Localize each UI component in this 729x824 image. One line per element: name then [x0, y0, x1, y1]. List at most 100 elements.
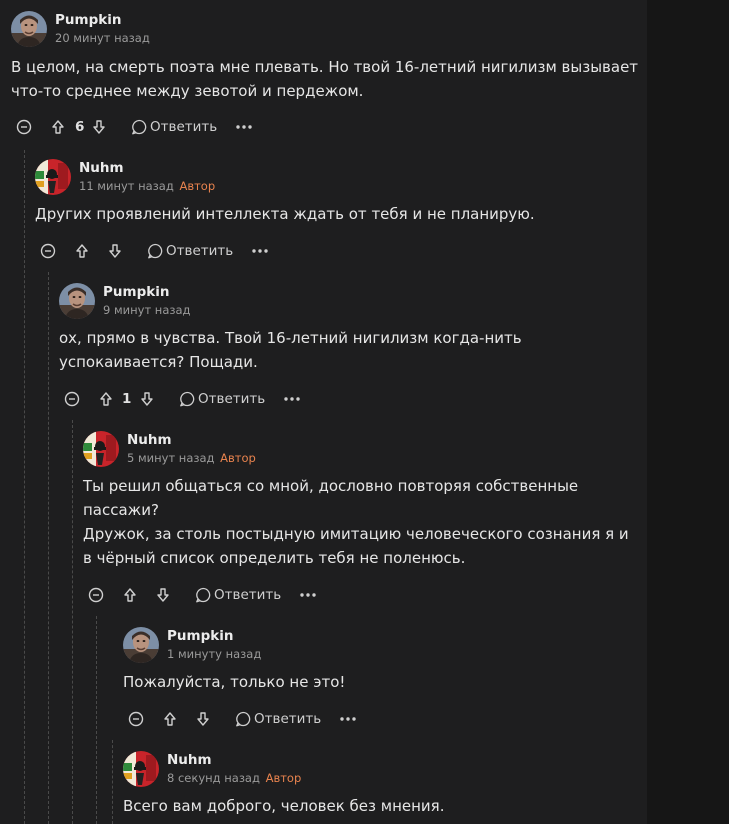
comment-actions: 6 Ответить	[15, 116, 275, 138]
avatar[interactable]	[123, 751, 159, 787]
arrow-down-icon	[109, 244, 121, 258]
author-badge: Автор	[220, 451, 256, 465]
downvote-button[interactable]	[155, 584, 171, 606]
comment-text-line: Дружок, за столь постыдную имитацию чело…	[83, 525, 629, 543]
more-button[interactable]	[251, 240, 269, 262]
minus-circle-icon	[64, 391, 80, 407]
speech-bubble-icon	[236, 711, 251, 727]
speech-bubble-icon	[132, 119, 147, 135]
speech-bubble-icon	[148, 243, 163, 259]
reply-button[interactable]: Ответить	[179, 388, 265, 410]
collapse-button[interactable]	[39, 240, 57, 262]
comment-text: ох, прямо в чувства. Твой 16-летний ниги…	[59, 326, 522, 374]
reply-label: Ответить	[254, 711, 322, 727]
comment-text-line: успокаивается? Пощади.	[59, 353, 258, 371]
minus-circle-icon	[16, 119, 32, 135]
author-name[interactable]: Pumpkin	[103, 284, 169, 300]
comment-text: Ты решил общаться со мной, дословно повт…	[83, 474, 629, 570]
thread-line[interactable]	[112, 740, 113, 824]
more-button[interactable]	[283, 388, 301, 410]
reply-label: Ответить	[214, 587, 282, 603]
author-badge: Автор	[179, 179, 216, 193]
more-button[interactable]	[299, 584, 317, 606]
more-button[interactable]	[235, 116, 253, 138]
minus-circle-icon	[40, 243, 56, 259]
arrow-up-icon	[164, 712, 176, 726]
arrow-down-icon	[141, 392, 153, 406]
arrow-down-icon	[197, 712, 209, 726]
thread-line[interactable]	[96, 616, 97, 824]
author-name[interactable]: Nuhm	[79, 160, 124, 176]
author-name[interactable]: Pumpkin	[55, 12, 121, 28]
timestamp[interactable]: 20 минут назад	[55, 31, 150, 45]
reply-button[interactable]: Ответить	[131, 116, 217, 138]
timestamp[interactable]: 11 минут назад	[79, 179, 174, 193]
comment-meta: 11 минут назад Автор	[79, 179, 215, 193]
comment-meta: 20 минут назад	[55, 31, 150, 45]
speech-bubble-icon	[180, 391, 195, 407]
author-name[interactable]: Nuhm	[127, 432, 172, 448]
comment-text-line: ох, прямо в чувства. Твой 16-летний ниги…	[59, 329, 522, 347]
minus-circle-icon	[88, 587, 104, 603]
vote-count: 6	[75, 119, 85, 135]
arrow-down-icon	[93, 120, 105, 134]
ellipsis-icon	[284, 397, 300, 401]
avatar[interactable]	[59, 283, 95, 319]
more-button[interactable]	[339, 708, 357, 730]
comment-text-line: Других проявлений интеллекта ждать от те…	[35, 205, 535, 223]
downvote-button[interactable]	[139, 388, 155, 410]
right-side-panel	[647, 0, 729, 824]
minus-circle-icon	[128, 711, 144, 727]
upvote-button[interactable]	[74, 240, 90, 262]
comment-text-line: В целом, на смерть поэта мне плевать. Но…	[11, 58, 639, 76]
comment-text-line: Всего вам доброго, человек без мнения.	[123, 797, 445, 815]
arrow-up-icon	[76, 244, 88, 258]
downvote-button[interactable]	[107, 240, 123, 262]
author-name[interactable]: Pumpkin	[167, 628, 233, 644]
downvote-button[interactable]	[195, 708, 211, 730]
comment-actions: Ответить	[127, 708, 367, 730]
comment-text-line: пассажи?	[83, 501, 159, 519]
reply-button[interactable]: Ответить	[147, 240, 233, 262]
comment-actions: 1 Ответить	[63, 388, 313, 410]
ellipsis-icon	[236, 125, 252, 129]
comment-meta: 1 минуту назад	[167, 647, 261, 661]
reply-label: Ответить	[166, 243, 234, 259]
upvote-button[interactable]	[98, 388, 114, 410]
upvote-button[interactable]	[162, 708, 178, 730]
timestamp[interactable]: 8 секунд назад	[167, 771, 260, 785]
comment-meta: 8 секунд назад Автор	[167, 771, 301, 785]
timestamp[interactable]: 1 минуту назад	[167, 647, 261, 661]
comment-text-line: что-то среднее между зевотой и пердежом.	[11, 82, 364, 100]
vote-count: 1	[122, 391, 132, 407]
timestamp[interactable]: 5 минут назад	[127, 451, 214, 465]
collapse-button[interactable]	[63, 388, 81, 410]
comment-text-line: Ты решил общаться со мной, дословно повт…	[83, 477, 579, 495]
upvote-button[interactable]	[122, 584, 138, 606]
downvote-button[interactable]	[91, 116, 107, 138]
reply-button[interactable]: Ответить	[235, 708, 321, 730]
thread-line[interactable]	[48, 272, 49, 824]
comment-meta: 5 минут назад Автор	[127, 451, 256, 465]
collapse-button[interactable]	[15, 116, 33, 138]
thread-line[interactable]	[72, 420, 73, 824]
comment-actions: Ответить	[87, 584, 327, 606]
reply-button[interactable]: Ответить	[195, 584, 281, 606]
reply-label: Ответить	[198, 391, 266, 407]
collapse-button[interactable]	[87, 584, 105, 606]
author-name[interactable]: Nuhm	[167, 752, 212, 768]
avatar[interactable]	[11, 11, 47, 47]
thread-line[interactable]	[24, 150, 25, 824]
comment-text: Пожалуйста, только не это!	[123, 670, 345, 694]
avatar[interactable]	[35, 159, 71, 195]
collapse-button[interactable]	[127, 708, 145, 730]
avatar[interactable]	[83, 431, 119, 467]
arrow-down-icon	[157, 588, 169, 602]
timestamp[interactable]: 9 минут назад	[103, 303, 190, 317]
comment-text-line: Пожалуйста, только не это!	[123, 673, 346, 691]
ellipsis-icon	[252, 249, 268, 253]
reply-label: Ответить	[150, 119, 218, 135]
speech-bubble-icon	[196, 587, 211, 603]
avatar[interactable]	[123, 627, 159, 663]
upvote-button[interactable]	[50, 116, 66, 138]
